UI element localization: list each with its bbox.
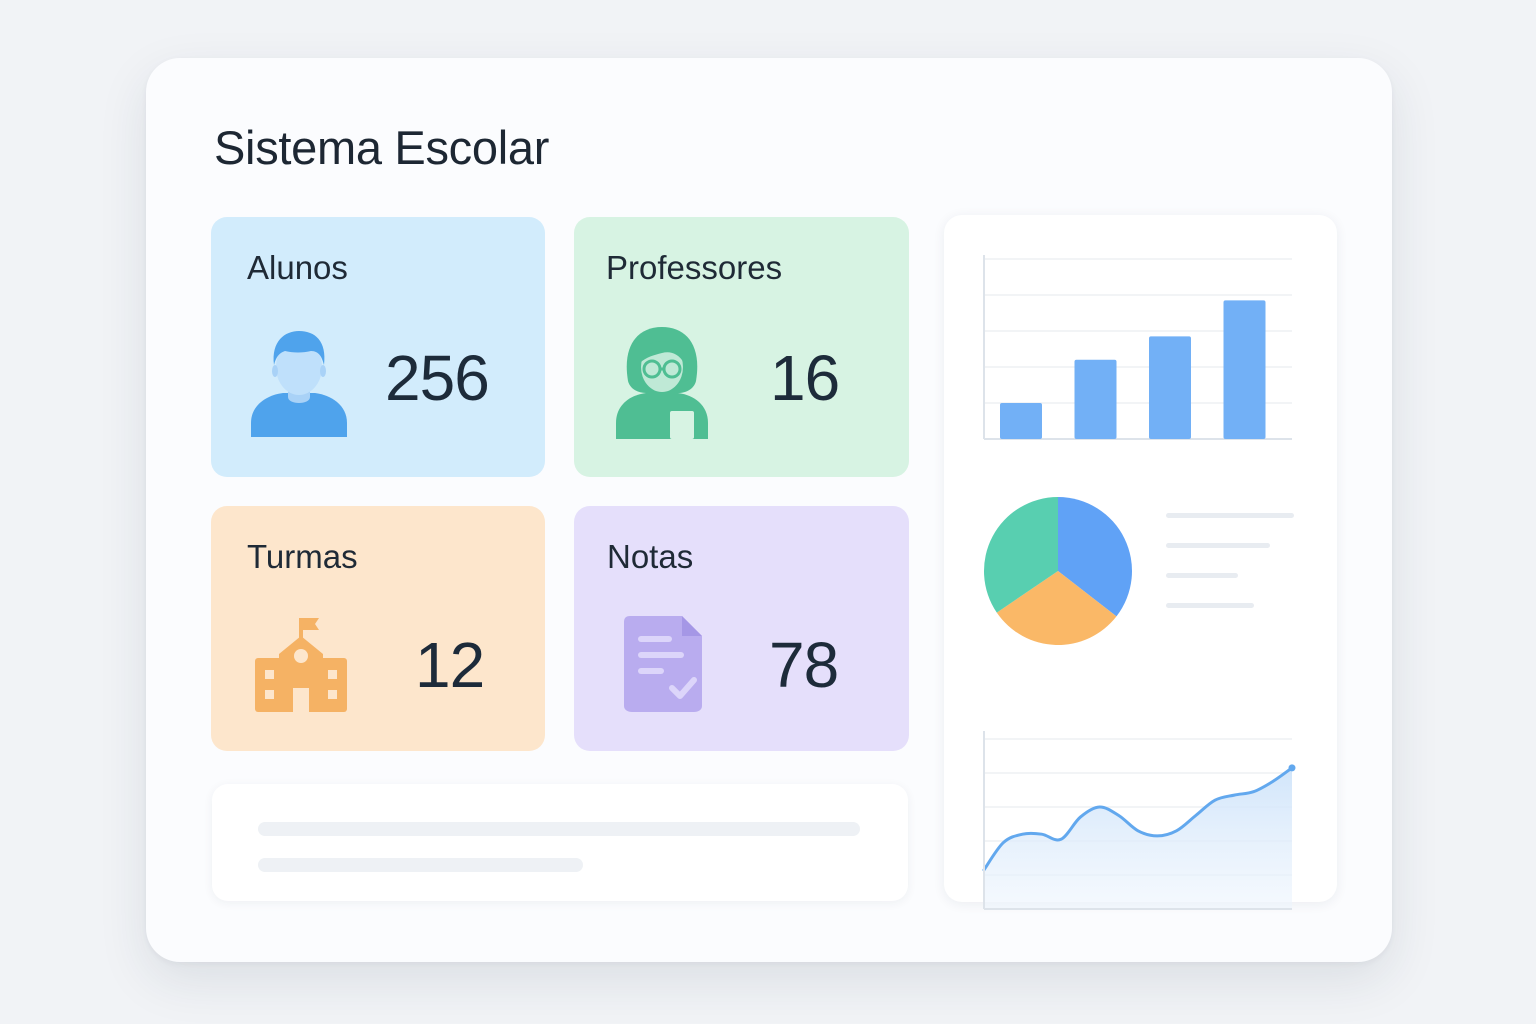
area-chart-end-point [1288, 764, 1296, 772]
recent-activity-panel [212, 784, 908, 901]
stat-card-turmas[interactable]: Turmas 12 [211, 506, 545, 751]
placeholder-line [258, 858, 583, 872]
bar-chart-bar [1074, 359, 1117, 439]
stat-label-professores: Professores [606, 249, 783, 286]
stat-value-professores: 16 [770, 342, 840, 414]
dashboard-window: Sistema Escolar Alunos 256 Professores 1… [146, 58, 1392, 962]
document-check-icon [624, 614, 704, 719]
stat-label-alunos: Alunos [247, 249, 348, 286]
school-icon [251, 614, 351, 719]
bar-chart-bar [1223, 300, 1266, 439]
placeholder-line [258, 822, 860, 836]
stat-value-turmas: 12 [415, 629, 485, 701]
bar-chart [983, 255, 1292, 440]
pie-chart-legend-line [1166, 573, 1238, 578]
student-icon [249, 327, 349, 444]
pie-chart [984, 497, 1294, 645]
pie-chart-legend-line [1166, 603, 1254, 608]
area-chart [982, 731, 1296, 910]
page-title: Sistema Escolar [214, 121, 550, 174]
stat-card-alunos[interactable]: Alunos 256 [211, 217, 545, 477]
area-chart-fill [984, 767, 1292, 909]
bar-chart-bar [1000, 403, 1042, 439]
charts-panel [944, 215, 1337, 910]
bar-chart-bar [1149, 336, 1191, 439]
stat-card-professores[interactable]: Professores 16 [574, 217, 909, 477]
stat-label-notas: Notas [607, 538, 694, 575]
pie-chart-legend-line [1166, 543, 1270, 548]
stat-card-notas[interactable]: Notas 78 [574, 506, 909, 751]
stat-label-turmas: Turmas [247, 538, 358, 575]
teacher-icon [614, 323, 710, 446]
stat-value-alunos: 256 [385, 342, 490, 414]
pie-chart-legend-line [1166, 513, 1294, 518]
stat-value-notas: 78 [769, 629, 839, 701]
